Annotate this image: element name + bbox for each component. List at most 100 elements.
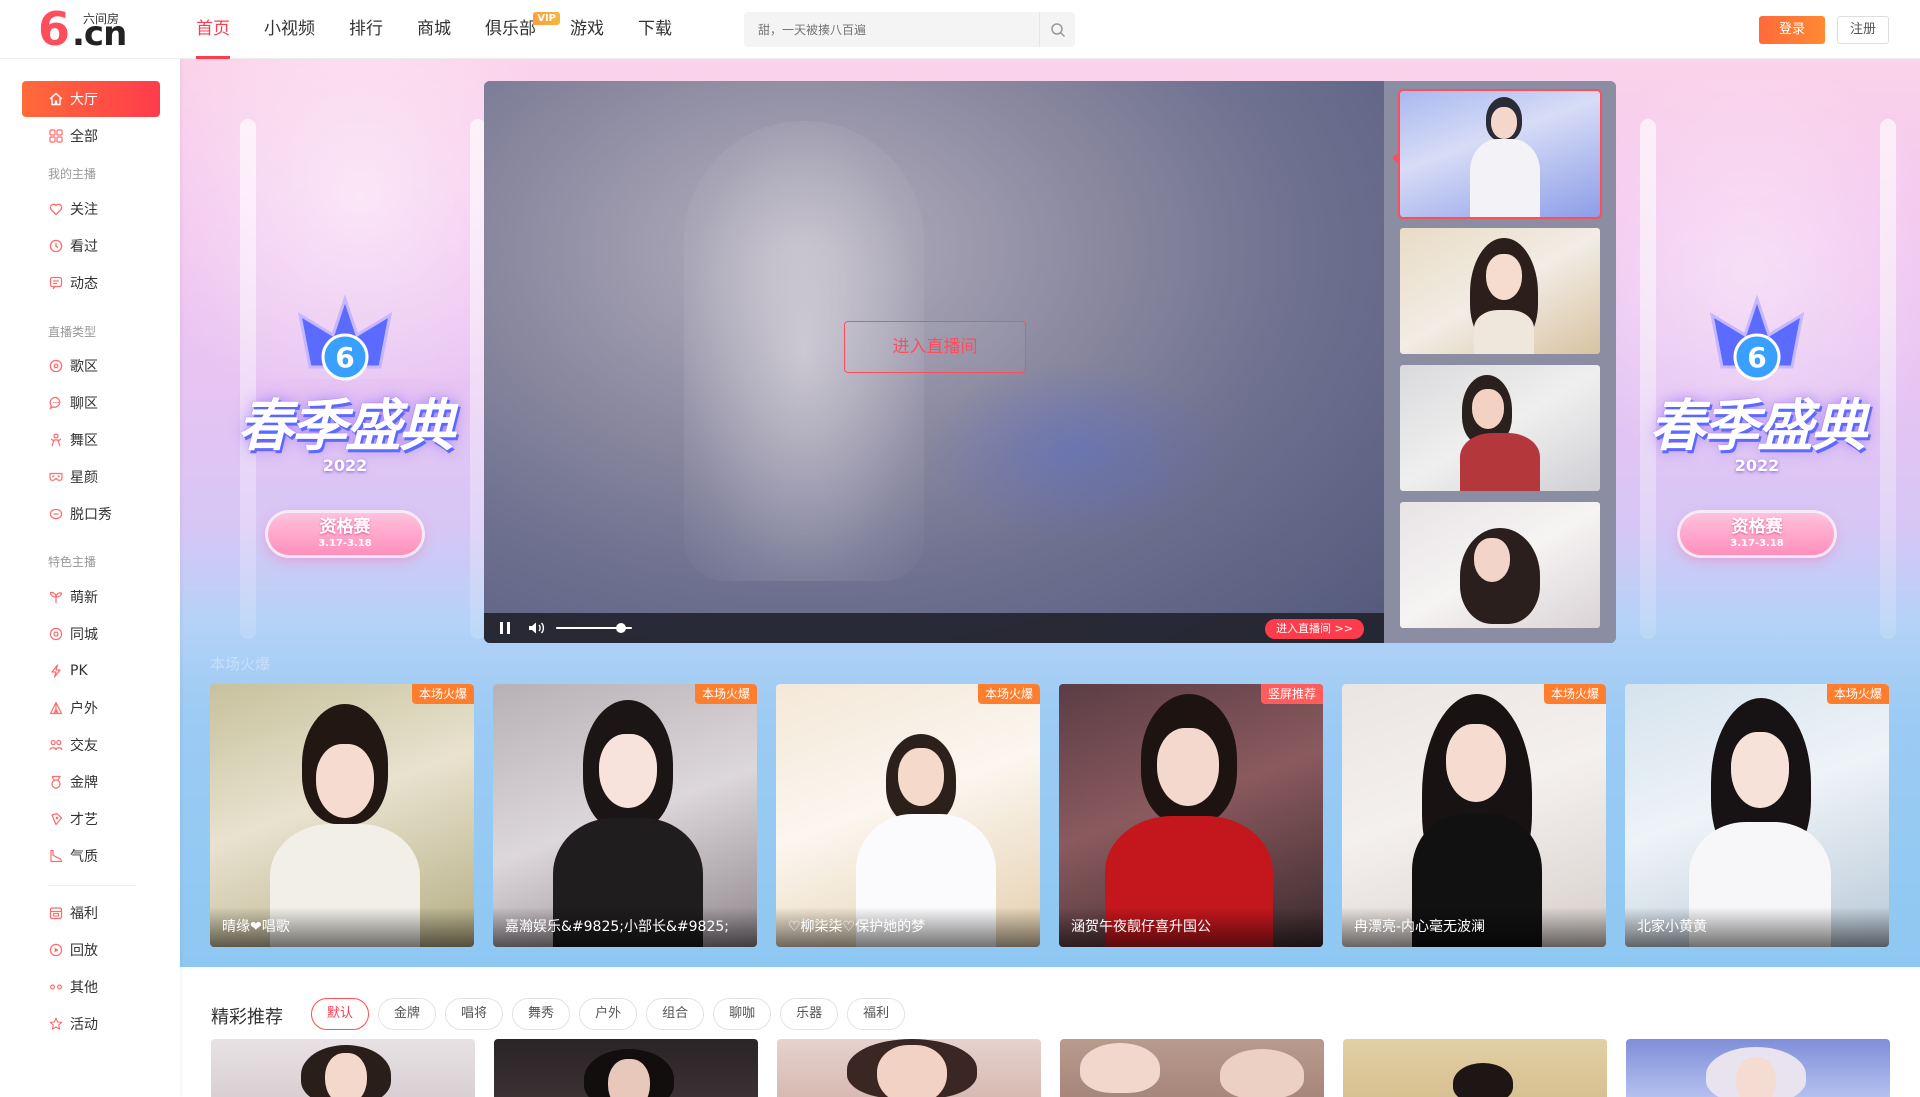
sidebar-item-chat[interactable]: 聊区 [22,385,160,421]
site-logo[interactable]: 6 .cn 六间房 [38,4,138,54]
filter-singer[interactable]: 唱将 [445,998,504,1030]
hot-tag: 本场火爆 [694,684,757,704]
stream-thumb[interactable] [1400,502,1600,628]
sidebar-item-label: 才艺 [70,812,98,828]
recommend-card[interactable] [1626,1039,1890,1097]
sidebar-item-nearby[interactable]: 同城 [22,616,160,652]
video-stream[interactable]: 进入直播间 进入直播间 >> [484,81,1384,643]
streamer-figure [301,1045,391,1097]
event-badge-left[interactable]: 6 春季盛典 2022 资格赛 3.17-3.18 [210,295,480,595]
login-button[interactable]: 登录 [1759,16,1825,44]
sidebar-item-label: 户外 [70,701,98,717]
filter-default[interactable]: 默认 [311,998,370,1030]
streamer-name: 嘉瀚娱乐&#9825;小部长&#9825; [493,907,757,947]
recommend-title: 精彩推荐 [211,1007,283,1028]
sidebar-item-follow[interactable]: 关注 [22,191,160,227]
recommend-card[interactable] [777,1039,1041,1097]
stream-thumb[interactable] [1398,89,1602,219]
hot-tag: 本场火爆 [411,684,474,704]
dance-icon [48,432,64,448]
nav-games[interactable]: 游戏 [570,0,604,59]
enter-room-small-button[interactable]: 进入直播间 >> [1265,619,1364,639]
stream-thumb[interactable] [1400,365,1600,491]
sidebar-item-other[interactable]: 其他 [22,969,160,1005]
hot-tag: 本场火爆 [1826,684,1889,704]
streamer-figure [1460,97,1550,217]
sidebar-item-newbie[interactable]: 萌新 [22,579,160,615]
live-card[interactable]: 本场火爆 冉漂亮-内心毫无波澜 [1342,684,1606,947]
heart-icon [48,201,64,217]
enter-room-button[interactable]: 进入直播间 [844,321,1026,373]
volume-icon[interactable] [528,621,546,635]
sidebar-item-hall[interactable]: 大厅 [22,81,160,117]
live-player: 进入直播间 进入直播间 >> [484,81,1616,643]
sidebar-item-feed[interactable]: 动态 [22,265,160,301]
search-input[interactable] [744,12,1040,47]
live-card[interactable]: 本场火爆 北家小黄黄 [1625,684,1889,947]
sidebar-item-dance[interactable]: 舞区 [22,422,160,458]
nav-home[interactable]: 首页 [196,0,230,59]
sidebar-group-my-hosts: 我的主播 [48,167,97,181]
live-card[interactable]: 竖屏推荐 涵贺午夜靓仔喜升国公 [1059,684,1323,947]
sidebar-item-outdoor[interactable]: 户外 [22,690,160,726]
sidebar-item-events[interactable]: 活动 [22,1006,160,1042]
medal-icon [48,774,64,790]
filter-welfare[interactable]: 福利 [847,998,906,1030]
home-icon [48,91,64,107]
thumb-selected-indicator [1392,151,1400,165]
recommend-filters: 默认 金牌 唱将 舞秀 户外 组合 聊咖 乐器 福利 [311,998,914,1030]
chat-icon [48,395,64,411]
sidebar-item-label: 全部 [70,129,98,145]
sidebar-item-label: 动态 [70,276,98,292]
sidebar-item-dating[interactable]: 交友 [22,727,160,763]
sidebar-item-elegance[interactable]: 气质 [22,838,160,874]
pause-icon[interactable] [498,621,512,635]
streamer-figure [1456,232,1552,354]
live-card[interactable]: 本场火爆 ♡柳柒柒♡保护她的梦 [776,684,1040,947]
volume-knob[interactable] [615,623,626,633]
filter-group[interactable]: 组合 [646,998,705,1030]
sidebar-item-welfare[interactable]: 福利 [22,895,160,931]
nav-short-video-label: 小视频 [264,19,315,39]
sidebar-item-replay[interactable]: 回放 [22,932,160,968]
register-button[interactable]: 注册 [1837,16,1889,44]
nav-ranking[interactable]: 排行 [349,0,383,59]
sidebar-item-pk[interactable]: PK [22,653,160,689]
sidebar-item-history[interactable]: 看过 [22,228,160,264]
sidebar-item-label: 福利 [70,906,98,922]
filter-dance[interactable]: 舞秀 [512,998,571,1030]
search-button[interactable] [1039,12,1075,47]
search-box [744,12,1075,47]
logo-mark: 6 [38,2,71,56]
sidebar-item-all[interactable]: 全部 [22,118,160,154]
sidebar-item-label: 交友 [70,738,98,754]
hot-tag: 竖屏推荐 [1260,684,1323,704]
filter-instrument[interactable]: 乐器 [780,998,839,1030]
event-badge-right[interactable]: 6 春季盛典 2022 资格赛 3.17-3.18 [1622,295,1892,595]
nav-club[interactable]: 俱乐部 VIP [485,0,560,59]
nav-mall[interactable]: 商城 [417,0,451,59]
sidebar-item-label: 歌区 [70,359,98,375]
sidebar-item-gold[interactable]: 金牌 [22,764,160,800]
live-card[interactable]: 本场火爆 嘉瀚娱乐&#9825;小部长&#9825; [493,684,757,947]
streamer-figure [1440,375,1560,491]
filter-gold[interactable]: 金牌 [378,998,437,1030]
filter-chat[interactable]: 聊咖 [713,998,772,1030]
recommend-card[interactable] [1343,1039,1607,1097]
stream-thumb[interactable] [1400,228,1600,354]
sidebar-item-talent[interactable]: 才艺 [22,801,160,837]
recommend-card[interactable] [211,1039,475,1097]
sidebar-group-live-types: 直播类型 [48,325,97,339]
sidebar-item-beauty[interactable]: 星颜 [22,459,160,495]
sidebar-item-label: 看过 [70,239,98,255]
nav-short-video[interactable]: 小视频 [264,0,315,59]
sidebar-item-label: 舞区 [70,433,98,449]
streamer-name: ♡柳柒柒♡保护她的梦 [776,907,1040,947]
sidebar-item-songs[interactable]: 歌区 [22,348,160,384]
recommend-card[interactable] [494,1039,758,1097]
filter-outdoor[interactable]: 户外 [579,998,638,1030]
nav-download[interactable]: 下载 [638,0,672,59]
recommend-card[interactable] [1060,1039,1324,1097]
sidebar-item-talkshow[interactable]: 脱口秀 [22,496,160,532]
live-card[interactable]: 本场火爆 晴缘❤唱歌 [210,684,474,947]
